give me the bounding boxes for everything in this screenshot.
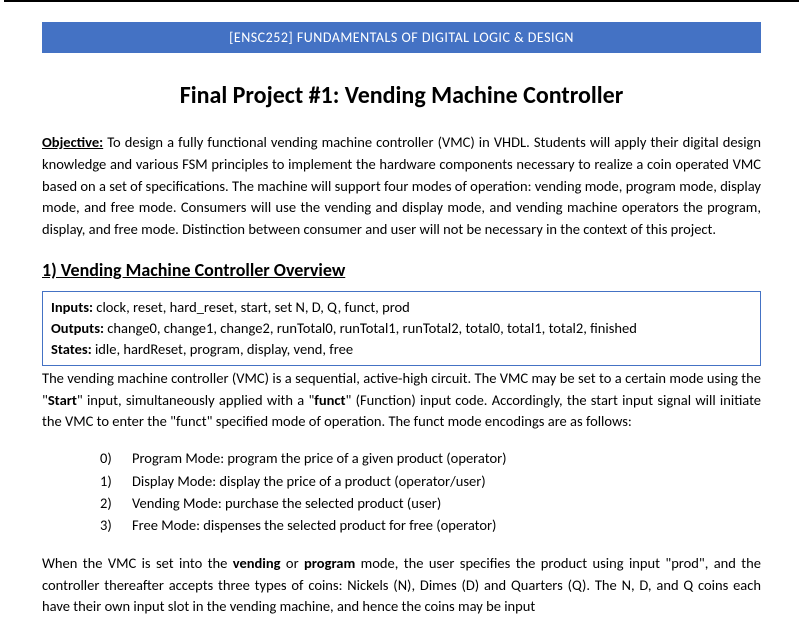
mode-num: 1): [100, 470, 132, 492]
mode-item-1: 1) Display Mode: display the price of a …: [100, 470, 761, 492]
outputs-row: Outputs: change0, change1, change2, runT…: [51, 318, 752, 339]
overview-text-b: " input, simultaneously applied with a ": [77, 391, 314, 409]
mode-text: Vending Mode: purchase the selected prod…: [132, 492, 441, 514]
document-page: [ENSC252] FUNDAMENTALS OF DIGITAL LOGIC …: [0, 2, 803, 618]
section-heading-1: 1) Vending Machine Controller Overview: [42, 259, 761, 281]
mode-num: 2): [100, 492, 132, 514]
objective-text: To design a fully functional vending mac…: [42, 133, 761, 238]
mode-text: Program Mode: program the price of a giv…: [132, 447, 507, 469]
objective-label: Objective:: [42, 133, 103, 151]
course-header: [ENSC252] FUNDAMENTALS OF DIGITAL LOGIC …: [42, 22, 761, 53]
mode-list: 0) Program Mode: program the price of a …: [42, 447, 761, 537]
final-paragraph: When the VMC is set into the vending or …: [42, 553, 761, 618]
final-text-a: When the VMC is set into the: [42, 554, 233, 572]
document-title: Final Project #1: Vending Machine Contro…: [42, 81, 761, 110]
funct-bold: funct: [314, 391, 345, 409]
states-label: States:: [51, 340, 92, 358]
program-bold: program: [304, 554, 355, 572]
overview-paragraph: The vending machine controller (VMC) is …: [42, 368, 761, 433]
inputs-label: Inputs:: [51, 298, 93, 316]
inputs-text: clock, reset, hard_reset, start, set N, …: [93, 298, 410, 316]
start-bold: Start: [48, 391, 77, 409]
objective-paragraph: Objective: To design a fully functional …: [42, 132, 761, 241]
io-specification-box: Inputs: clock, reset, hard_reset, start,…: [42, 291, 761, 366]
mode-num: 3): [100, 514, 132, 536]
mode-item-0: 0) Program Mode: program the price of a …: [100, 447, 761, 469]
mode-item-2: 2) Vending Mode: purchase the selected p…: [100, 492, 761, 514]
mode-text: Free Mode: dispenses the selected produc…: [132, 514, 496, 536]
final-text-b: or: [281, 554, 305, 572]
states-row: States: idle, hardReset, program, displa…: [51, 339, 752, 360]
mode-num: 0): [100, 447, 132, 469]
outputs-label: Outputs:: [51, 319, 104, 337]
mode-item-3: 3) Free Mode: dispenses the selected pro…: [100, 514, 761, 536]
states-text: idle, hardReset, program, display, vend,…: [92, 340, 353, 358]
outputs-text: change0, change1, change2, runTotal0, ru…: [104, 319, 637, 337]
inputs-row: Inputs: clock, reset, hard_reset, start,…: [51, 297, 752, 318]
mode-text: Display Mode: display the price of a pro…: [132, 470, 486, 492]
vending-bold: vending: [233, 554, 281, 572]
